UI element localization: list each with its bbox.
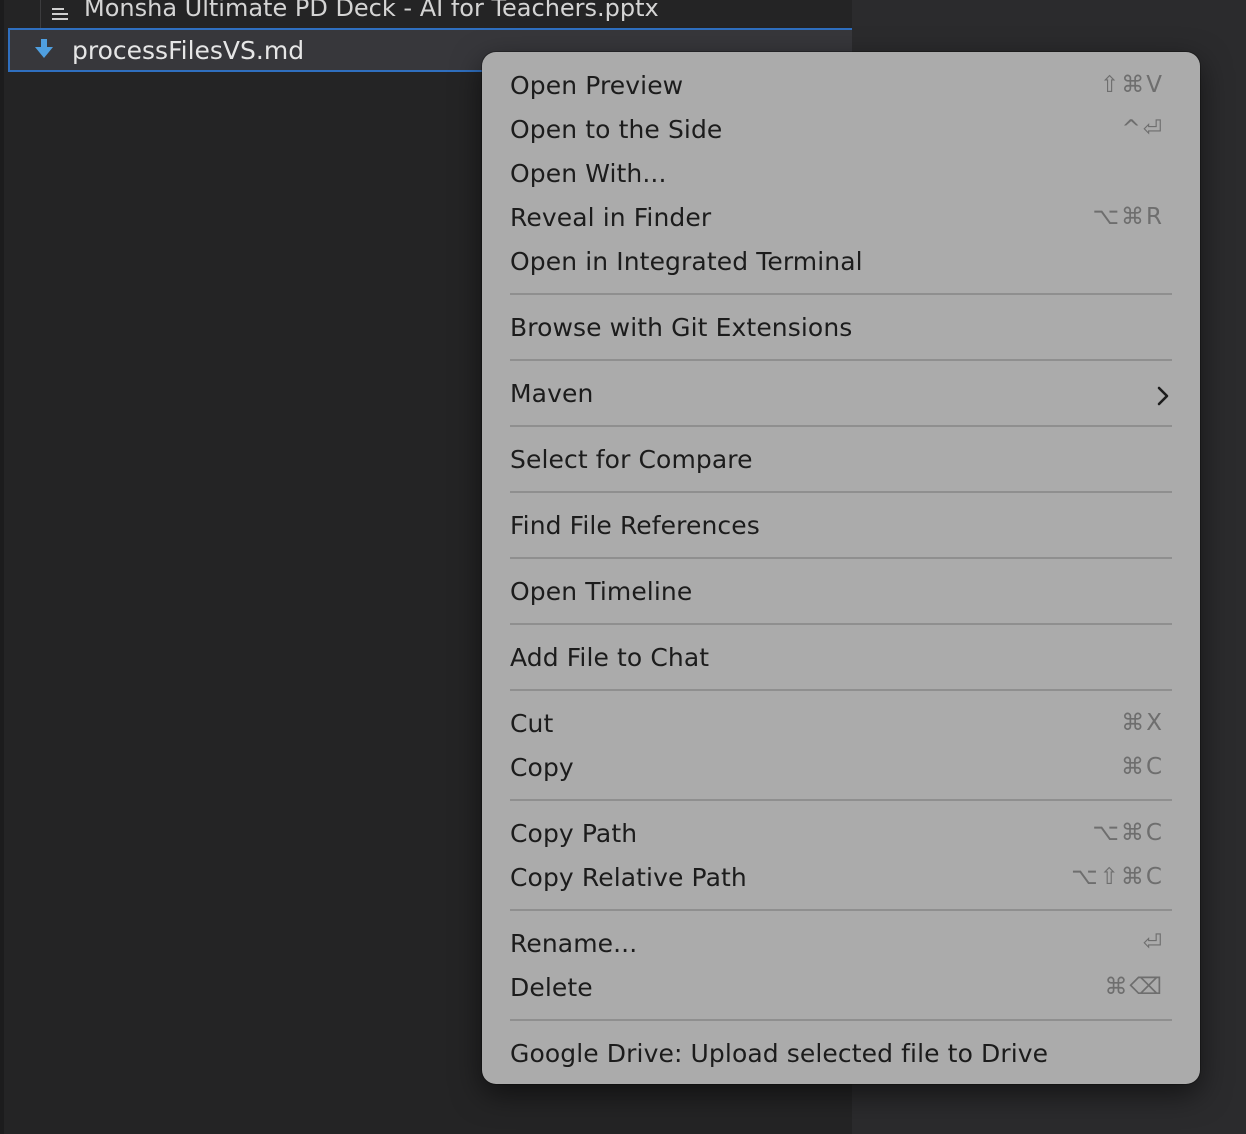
menu-item-reveal-in-finder[interactable]: Reveal in Finder ⌥⌘R: [510, 195, 1172, 239]
menu-item-copy-path[interactable]: Copy Path ⌥⌘C: [510, 811, 1172, 855]
chevron-right-icon: [1156, 383, 1170, 406]
menu-item-label: Select for Compare: [510, 444, 753, 474]
menu-item-select-for-compare[interactable]: Select for Compare: [510, 437, 1172, 481]
menu-item-label: Reveal in Finder: [510, 202, 712, 232]
menu-separator: [510, 799, 1172, 801]
menu-item-shortcut: ⌘⌫: [1104, 974, 1164, 1000]
context-menu: Open Preview ⇧⌘V Open to the Side ^⏎ Ope…: [482, 52, 1200, 1084]
menu-separator: [510, 359, 1172, 361]
menu-item-label: Copy Relative Path: [510, 862, 747, 892]
menu-item-shortcut: ⇧⌘V: [1099, 72, 1164, 98]
menu-item-label: Copy: [510, 752, 574, 782]
menu-item-open-with[interactable]: Open With...: [510, 151, 1172, 195]
menu-item-shortcut: ⏎: [1142, 930, 1164, 956]
tree-indent-guide: [40, 0, 41, 28]
menu-item-open-timeline[interactable]: Open Timeline: [510, 569, 1172, 613]
menu-separator: [510, 425, 1172, 427]
menu-item-add-file-to-chat[interactable]: Add File to Chat: [510, 635, 1172, 679]
menu-item-shortcut: ⌘X: [1121, 710, 1164, 736]
menu-separator: [510, 623, 1172, 625]
menu-item-open-in-terminal[interactable]: Open in Integrated Terminal: [510, 239, 1172, 283]
file-row-pptx[interactable]: Monsha Ultimate PD Deck - AI for Teacher…: [52, 0, 659, 28]
menu-item-label: Open in Integrated Terminal: [510, 246, 863, 276]
menu-item-shortcut: ⌥⌘C: [1092, 820, 1164, 846]
menu-item-shortcut: ⌥⇧⌘C: [1071, 864, 1164, 890]
menu-item-shortcut: ⌘C: [1120, 754, 1164, 780]
text-file-icon: [52, 0, 70, 20]
menu-item-copy-relative-path[interactable]: Copy Relative Path ⌥⇧⌘C: [510, 855, 1172, 899]
menu-item-label: Find File References: [510, 510, 760, 540]
menu-item-label: Add File to Chat: [510, 642, 710, 672]
markdown-download-icon: [32, 38, 56, 62]
menu-item-shortcut: ^⏎: [1121, 116, 1164, 142]
menu-separator: [510, 1019, 1172, 1021]
menu-separator: [510, 557, 1172, 559]
menu-item-google-drive-upload[interactable]: Google Drive: Upload selected file to Dr…: [510, 1031, 1172, 1075]
menu-separator: [510, 491, 1172, 493]
menu-item-rename[interactable]: Rename... ⏎: [510, 921, 1172, 965]
menu-item-find-file-references[interactable]: Find File References: [510, 503, 1172, 547]
menu-item-copy[interactable]: Copy ⌘C: [510, 745, 1172, 789]
menu-item-label: Open Timeline: [510, 576, 693, 606]
menu-item-maven[interactable]: Maven: [510, 371, 1172, 415]
file-row-label: Monsha Ultimate PD Deck - AI for Teacher…: [84, 0, 659, 22]
menu-item-label: Delete: [510, 972, 593, 1002]
menu-item-label: Open to the Side: [510, 114, 723, 144]
menu-separator: [510, 293, 1172, 295]
menu-item-label: Rename...: [510, 928, 638, 958]
menu-item-label: Open With...: [510, 158, 667, 188]
menu-item-label: Google Drive: Upload selected file to Dr…: [510, 1038, 1049, 1068]
menu-item-cut[interactable]: Cut ⌘X: [510, 701, 1172, 745]
menu-item-browse-git[interactable]: Browse with Git Extensions: [510, 305, 1172, 349]
file-row-label: processFilesVS.md: [72, 35, 305, 65]
menu-separator: [510, 909, 1172, 911]
menu-item-open-to-side[interactable]: Open to the Side ^⏎: [510, 107, 1172, 151]
menu-item-shortcut: ⌥⌘R: [1092, 204, 1164, 230]
menu-separator: [510, 689, 1172, 691]
menu-item-delete[interactable]: Delete ⌘⌫: [510, 965, 1172, 1009]
menu-item-label: Open Preview: [510, 70, 684, 100]
menu-item-label: Browse with Git Extensions: [510, 312, 853, 342]
menu-item-label: Maven: [510, 378, 594, 408]
menu-item-label: Cut: [510, 708, 554, 738]
menu-item-label: Copy Path: [510, 818, 638, 848]
menu-item-open-preview[interactable]: Open Preview ⇧⌘V: [510, 63, 1172, 107]
